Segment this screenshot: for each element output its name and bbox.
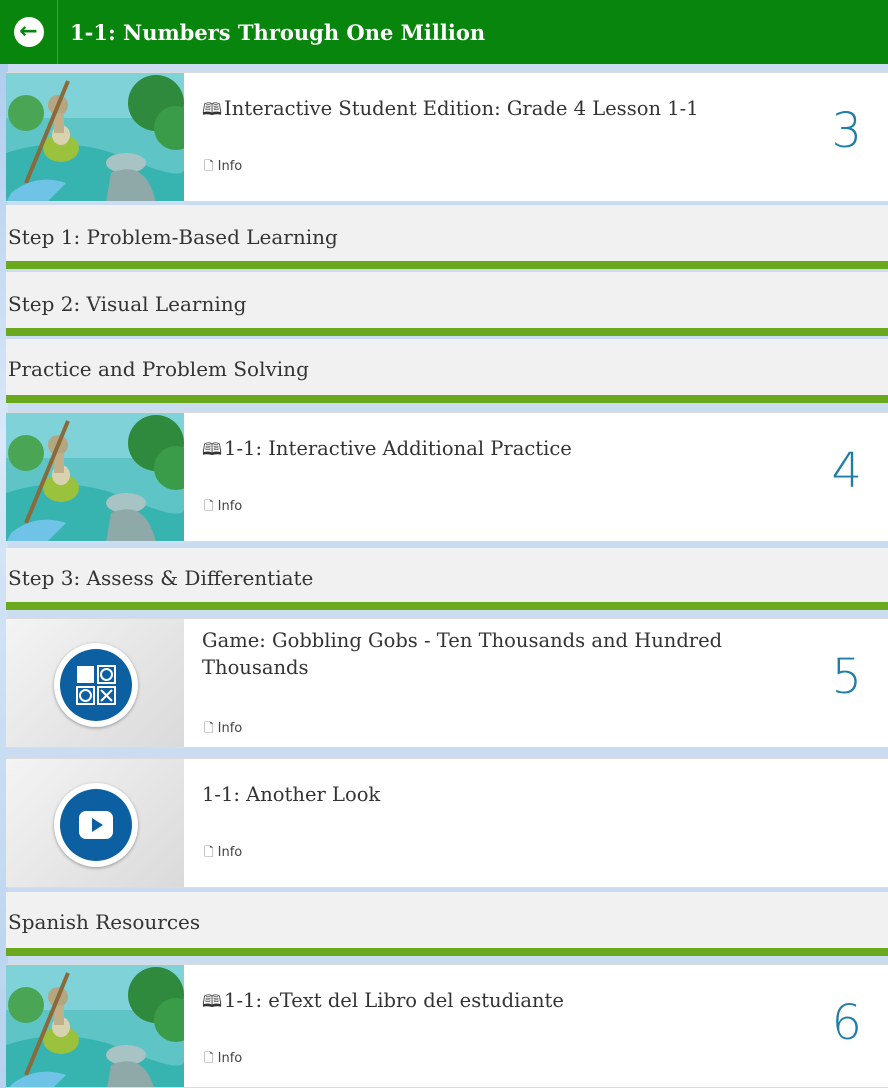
resource-card[interactable]: 🕮 1-1: eText del Libro del estudiante 🗋 In… xyxy=(6,964,888,1088)
card-number: 6 xyxy=(831,995,862,1051)
info-label: Info xyxy=(217,1051,243,1066)
section-title: Practice and Problem Solving xyxy=(8,357,309,381)
info-label: Info xyxy=(217,159,243,174)
section-header: Spanish Resources xyxy=(6,892,888,956)
card-title[interactable]: Game: Gobbling Gobs - Ten Thousands and … xyxy=(202,627,802,681)
document-icon: 🗋 xyxy=(204,845,214,859)
resource-card[interactable]: Game: Gobbling Gobs - Ten Thousands and … xyxy=(6,618,888,748)
tic-tac-toe-icon xyxy=(76,665,116,705)
info-link[interactable]: 🗋 Info xyxy=(204,497,242,518)
card-title-text: 1-1: Interactive Additional Practice xyxy=(224,437,572,460)
card-title[interactable]: 🕮 1-1: Interactive Additional Practice xyxy=(202,435,802,464)
info-link[interactable]: 🗋 Info xyxy=(204,157,242,178)
back-button[interactable]: ← xyxy=(0,0,58,64)
section-title: Step 1: Problem-Based Learning xyxy=(8,225,338,249)
document-icon: 🗋 xyxy=(204,1051,214,1065)
document-icon: 🗋 xyxy=(204,159,214,173)
card-number: 4 xyxy=(831,443,862,499)
section-header: Step 2: Visual Learning xyxy=(6,272,888,336)
lesson-thumbnail xyxy=(6,73,184,201)
document-icon: 🗋 xyxy=(204,499,214,513)
card-title-text: 1-1: eText del Libro del estudiante xyxy=(224,989,564,1012)
page-title: 1-1: Numbers Through One Million xyxy=(70,19,486,45)
document-icon: 🗋 xyxy=(204,721,214,735)
section-header: Step 3: Assess & Differentiate xyxy=(6,548,888,610)
info-link[interactable]: 🗋 Info xyxy=(204,1049,242,1070)
section-title: Step 3: Assess & Differentiate xyxy=(8,566,314,590)
play-icon xyxy=(79,811,113,839)
resource-card[interactable]: 1-1: Another Look 🗋 Info xyxy=(6,758,888,888)
card-number: 5 xyxy=(831,649,862,705)
book-icon: 🕮 xyxy=(202,100,223,120)
info-label: Info xyxy=(217,721,243,736)
video-thumbnail xyxy=(6,759,184,887)
book-icon: 🕮 xyxy=(202,992,223,1012)
book-icon: 🕮 xyxy=(202,440,223,460)
card-title[interactable]: 🕮 1-1: eText del Libro del estudiante xyxy=(202,987,802,1016)
info-link[interactable]: 🗋 Info xyxy=(204,843,242,864)
lesson-thumbnail xyxy=(6,965,184,1087)
info-link[interactable]: 🗋 Info xyxy=(204,719,242,740)
info-label: Info xyxy=(217,499,243,514)
section-title: Step 2: Visual Learning xyxy=(8,292,247,316)
card-number: 3 xyxy=(831,103,862,159)
section-title: Spanish Resources xyxy=(8,910,201,934)
card-title[interactable]: 1-1: Another Look xyxy=(202,781,802,808)
video-roundel xyxy=(54,783,138,867)
top-bar: ← 1-1: Numbers Through One Million xyxy=(0,0,888,64)
back-arrow-icon: ← xyxy=(13,17,44,47)
info-label: Info xyxy=(217,845,243,860)
resource-card[interactable]: 🕮 Interactive Student Edition: Grade 4 Le… xyxy=(6,72,888,202)
card-title-text: Interactive Student Edition: Grade 4 Les… xyxy=(224,97,699,120)
card-title[interactable]: 🕮 Interactive Student Edition: Grade 4 Le… xyxy=(202,95,802,124)
game-thumbnail xyxy=(6,619,184,747)
section-header: Practice and Problem Solving xyxy=(6,339,888,403)
section-header: Step 1: Problem-Based Learning xyxy=(6,205,888,269)
lesson-thumbnail xyxy=(6,413,184,541)
game-roundel xyxy=(54,643,138,727)
resource-card[interactable]: 🕮 1-1: Interactive Additional Practice 🗋 I… xyxy=(6,412,888,542)
